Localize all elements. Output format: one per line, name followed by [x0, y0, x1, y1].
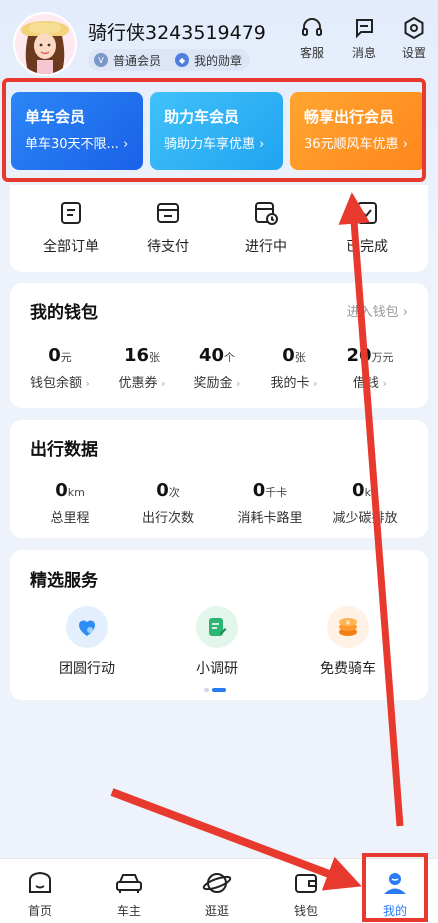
avatar[interactable]: [15, 14, 75, 74]
message-icon: [356, 19, 373, 39]
level-icon: V: [94, 53, 108, 67]
chevron-right-icon: ›: [309, 377, 318, 390]
in-progress-icon: [255, 202, 278, 225]
medal-badge[interactable]: ◆ 我的勋章: [169, 49, 250, 71]
medal-icon: ◆: [175, 53, 190, 67]
in-progress-button[interactable]: 进行中: [226, 200, 306, 256]
chevron-right-icon: ›: [157, 377, 166, 390]
pending-payment-button[interactable]: 待支付: [128, 200, 208, 256]
carbon-reduction: 0kg 减少碳排放: [332, 480, 398, 526]
wallet-balance[interactable]: 0元 钱包余额 ›: [20, 345, 100, 391]
settings-icon: [404, 16, 424, 40]
wallet-icon: [295, 874, 317, 893]
home-icon: [29, 871, 51, 893]
car-icon: [116, 874, 142, 893]
pending-payment-icon: [157, 203, 179, 223]
completed-button[interactable]: 已完成: [327, 200, 407, 256]
customer-service-button[interactable]: 客服: [292, 16, 332, 61]
coin-icon: ¥: [327, 606, 369, 648]
chevron-right-icon: ›: [232, 377, 241, 390]
free-ride-button[interactable]: ¥ 免费骑车: [298, 606, 398, 678]
tab-car-owner[interactable]: 车主: [94, 870, 164, 919]
member-badges[interactable]: V 普通会员 ◆ 我的勋章: [88, 49, 251, 71]
carousel-indicator: [204, 688, 226, 692]
total-distance: 0km 总里程: [50, 480, 90, 526]
chevron-right-icon: ›: [402, 305, 408, 320]
svg-text:¥: ¥: [346, 619, 351, 627]
survey-button[interactable]: 小调研: [167, 606, 267, 678]
level-badge[interactable]: V 普通会员: [88, 49, 169, 71]
profile-tab-highlight-frame: [362, 853, 428, 922]
wallet-title: 我的钱包: [30, 303, 98, 323]
calories-burned: 0千卡 消耗卡路里: [237, 480, 303, 526]
rewards[interactable]: 40个 奖励金 ›: [177, 345, 257, 391]
chevron-right-icon: ›: [82, 377, 90, 390]
travel-title: 出行数据: [30, 440, 98, 460]
services-title: 精选服务: [30, 571, 98, 591]
reunion-action-button[interactable]: 团圆行动: [37, 606, 137, 678]
heart-icon: [66, 606, 108, 648]
orders-icon: [61, 202, 81, 224]
all-orders-button[interactable]: 全部订单: [31, 200, 111, 256]
username: 骑行侠3243519479: [88, 22, 266, 44]
my-cards[interactable]: 0张 我的卡 ›: [254, 345, 334, 391]
tab-home[interactable]: 首页: [5, 870, 75, 919]
settings-button[interactable]: 设置: [394, 16, 434, 61]
trip-count: 0次 出行次数: [141, 480, 194, 526]
survey-icon: [196, 606, 238, 648]
chevron-right-icon: ›: [379, 377, 387, 390]
tab-wallet[interactable]: 钱包: [271, 870, 341, 919]
planet-icon: [202, 873, 232, 893]
headset-icon: [302, 18, 322, 36]
borrow-money[interactable]: 20万元 借钱 ›: [330, 345, 410, 391]
membership-highlight-frame: [2, 78, 426, 182]
completed-icon: [357, 202, 377, 224]
messages-button[interactable]: 消息: [344, 16, 384, 61]
coupons[interactable]: 16张 优惠券 ›: [102, 345, 182, 391]
tab-explore[interactable]: 逛逛: [182, 870, 252, 919]
enter-wallet-link[interactable]: 进入钱包 ›: [347, 301, 408, 320]
